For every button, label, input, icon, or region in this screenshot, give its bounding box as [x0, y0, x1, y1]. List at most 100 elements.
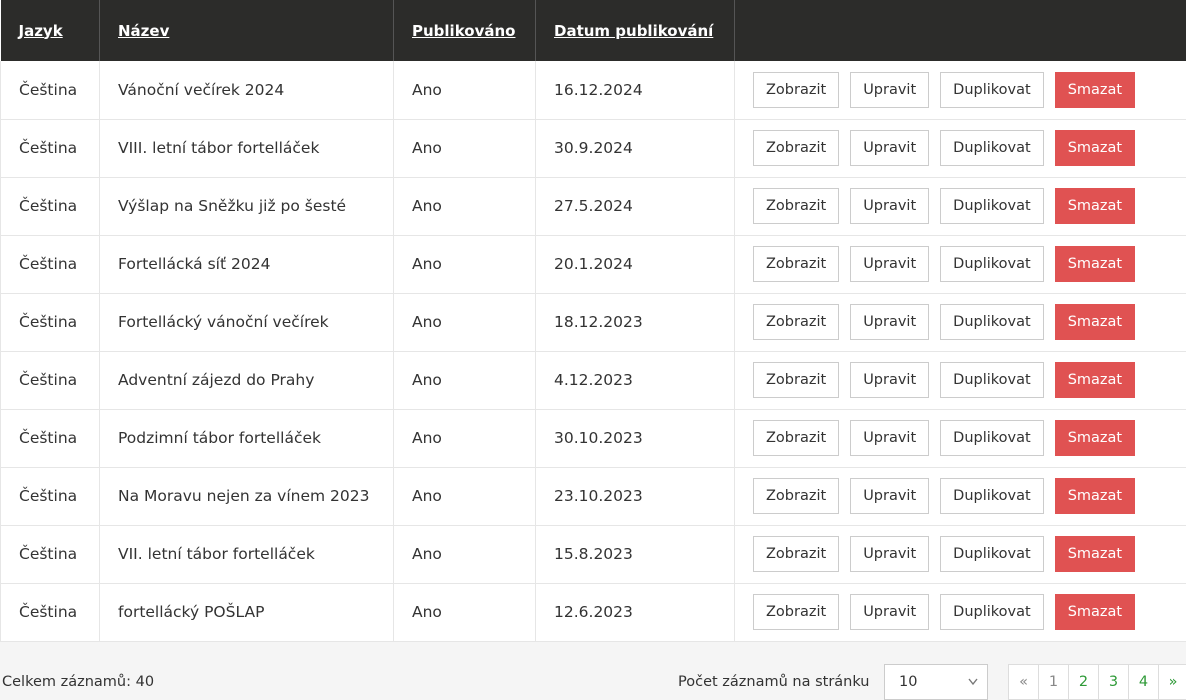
cell-language: Čeština — [0, 177, 100, 236]
pager-page-1[interactable]: 1 — [1039, 665, 1069, 699]
cell-published: Ano — [393, 409, 536, 468]
view-button[interactable]: Zobrazit — [753, 188, 840, 224]
page: Jazyk Název Publikováno Datum publikován… — [0, 0, 1186, 700]
cell-published: Ano — [393, 235, 536, 294]
duplicate-button[interactable]: Duplikovat — [940, 246, 1044, 282]
header-name[interactable]: Název — [99, 0, 394, 61]
per-page-select[interactable]: 10 — [884, 664, 988, 700]
header-published[interactable]: Publikováno — [393, 0, 536, 61]
cell-actions: Zobrazit Upravit Duplikovat Smazat — [734, 525, 1186, 584]
table-row: Čeština Adventní zájezd do Prahy Ano 4.12.2… — [0, 351, 1186, 410]
edit-button[interactable]: Upravit — [850, 420, 930, 456]
edit-button[interactable]: Upravit — [850, 130, 930, 166]
cell-language: Čeština — [0, 409, 100, 468]
table-row: Čeština VII. letní tábor fortelláček Ano 15… — [0, 525, 1186, 584]
table-row: Čeština Fortellácká síť 2024 Ano 20.1.2024 Z… — [0, 235, 1186, 294]
delete-button[interactable]: Smazat — [1054, 304, 1136, 340]
duplicate-button[interactable]: Duplikovat — [940, 420, 1044, 456]
cell-name: VII. letní tábor fortelláček — [99, 525, 394, 584]
edit-button[interactable]: Upravit — [850, 362, 930, 398]
cell-actions: Zobrazit Upravit Duplikovat Smazat — [734, 351, 1186, 410]
duplicate-button[interactable]: Duplikovat — [940, 304, 1044, 340]
duplicate-button[interactable]: Duplikovat — [940, 71, 1044, 108]
edit-button[interactable]: Upravit — [850, 304, 930, 340]
cell-published: Ano — [393, 583, 536, 642]
cell-language: Čeština — [0, 61, 100, 120]
pager-page-4[interactable]: 4 — [1129, 665, 1159, 699]
table-row: Čeština Fortellácký vánoční večírek Ano 18.… — [0, 293, 1186, 352]
duplicate-button[interactable]: Duplikovat — [940, 188, 1044, 224]
delete-button[interactable]: Smazat — [1054, 188, 1136, 224]
delete-button[interactable]: Smazat — [1054, 420, 1136, 456]
edit-button[interactable]: Upravit — [850, 536, 930, 572]
cell-publish-date: 27.5.2024 — [535, 177, 735, 236]
cell-publish-date: 15.8.2023 — [535, 525, 735, 584]
edit-button[interactable]: Upravit — [850, 478, 930, 514]
duplicate-button[interactable]: Duplikovat — [940, 594, 1044, 630]
pager-next[interactable]: » — [1159, 665, 1186, 699]
delete-button[interactable]: Smazat — [1054, 536, 1136, 572]
delete-button[interactable]: Smazat — [1054, 594, 1136, 630]
cell-publish-date: 16.12.2024 — [535, 61, 735, 120]
cell-publish-date: 18.12.2023 — [535, 293, 735, 352]
header-language[interactable]: Jazyk — [0, 0, 100, 61]
cell-actions: Zobrazit Upravit Duplikovat Smazat — [734, 61, 1186, 120]
edit-button[interactable]: Upravit — [850, 188, 930, 224]
chevron-down-icon — [967, 665, 979, 700]
cell-language: Čeština — [0, 525, 100, 584]
view-button[interactable]: Zobrazit — [753, 246, 840, 282]
header-publish-date[interactable]: Datum publikování — [535, 0, 735, 61]
view-button[interactable]: Zobrazit — [753, 71, 840, 108]
cell-name: Adventní zájezd do Prahy — [99, 351, 394, 410]
view-button[interactable]: Zobrazit — [753, 594, 840, 630]
cell-actions: Zobrazit Upravit Duplikovat Smazat — [734, 119, 1186, 178]
per-page-value: 10 — [899, 674, 918, 690]
cell-name: Vánoční večírek 2024 — [99, 61, 394, 120]
duplicate-button[interactable]: Duplikovat — [940, 130, 1044, 166]
duplicate-button[interactable]: Duplikovat — [940, 362, 1044, 398]
pagination: « 1 2 3 4 » — [1008, 664, 1186, 700]
view-button[interactable]: Zobrazit — [753, 304, 840, 340]
cell-actions: Zobrazit Upravit Duplikovat Smazat — [734, 409, 1186, 468]
delete-button[interactable]: Smazat — [1054, 362, 1136, 398]
view-button[interactable]: Zobrazit — [753, 478, 840, 514]
delete-button[interactable]: Smazat — [1054, 478, 1136, 514]
cell-actions: Zobrazit Upravit Duplikovat Smazat — [734, 583, 1186, 642]
cell-published: Ano — [393, 177, 536, 236]
table-row: Čeština VIII. letní tábor fortelláček Ano 3… — [0, 119, 1186, 178]
cell-publish-date: 23.10.2023 — [535, 467, 735, 526]
cell-actions: Zobrazit Upravit Duplikovat Smazat — [734, 177, 1186, 236]
total-records: Celkem záznamů: 40 — [2, 674, 155, 690]
cell-published: Ano — [393, 467, 536, 526]
duplicate-button[interactable]: Duplikovat — [940, 478, 1044, 514]
delete-button[interactable]: Smazat — [1054, 71, 1136, 108]
duplicate-button[interactable]: Duplikovat — [940, 536, 1044, 572]
view-button[interactable]: Zobrazit — [753, 362, 840, 398]
cell-language: Čeština — [0, 583, 100, 642]
table-footer: Celkem záznamů: 40 Počet záznamů na strá… — [0, 662, 1186, 700]
view-button[interactable]: Zobrazit — [753, 536, 840, 572]
records-table: Jazyk Název Publikováno Datum publikován… — [0, 0, 1186, 642]
view-button[interactable]: Zobrazit — [753, 130, 840, 166]
delete-button[interactable]: Smazat — [1054, 130, 1136, 166]
cell-language: Čeština — [0, 119, 100, 178]
delete-button[interactable]: Smazat — [1054, 246, 1136, 282]
cell-language: Čeština — [0, 351, 100, 410]
edit-button[interactable]: Upravit — [850, 71, 930, 108]
edit-button[interactable]: Upravit — [850, 246, 930, 282]
edit-button[interactable]: Upravit — [850, 594, 930, 630]
cell-name: Na Moravu nejen za vínem 2023 — [99, 467, 394, 526]
cell-published: Ano — [393, 293, 536, 352]
cell-published: Ano — [393, 351, 536, 410]
cell-published: Ano — [393, 61, 536, 120]
view-button[interactable]: Zobrazit — [753, 420, 840, 456]
pager-page-3[interactable]: 3 — [1099, 665, 1129, 699]
cell-name: fortellácký POŠLAP — [99, 583, 394, 642]
cell-publish-date: 20.1.2024 — [535, 235, 735, 294]
cell-name: Výšlap na Sněžku již po šesté — [99, 177, 394, 236]
pager-page-2[interactable]: 2 — [1069, 665, 1099, 699]
table-row: Čeština Na Moravu nejen za vínem 2023 Ano 2… — [0, 467, 1186, 526]
pager-prev[interactable]: « — [1009, 665, 1039, 699]
table-row: Čeština Vánoční večírek 2024 Ano 16.12.2024… — [0, 61, 1186, 120]
table-row: Čeština Výšlap na Sněžku již po šesté Ano 2… — [0, 177, 1186, 236]
